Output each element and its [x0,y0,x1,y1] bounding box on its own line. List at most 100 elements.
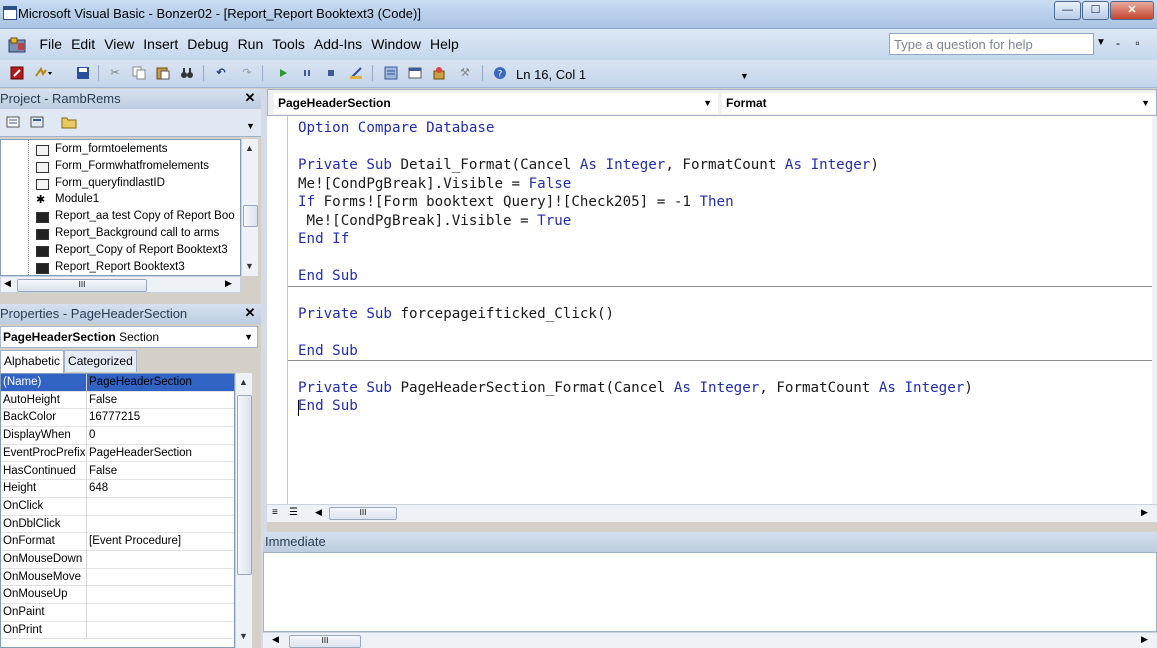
property-row[interactable]: OnMouseUp [1,586,234,605]
property-row[interactable]: DisplayWhen 0 [1,427,234,445]
property-row[interactable]: OnClick [1,497,234,516]
immediate-hscroll[interactable]: ◀ III ▶ [263,632,1157,648]
menu-item-file[interactable]: File [35,36,67,52]
property-row[interactable]: HasContinued False [1,462,234,481]
property-row[interactable]: OnDblClick [1,515,234,534]
run-icon[interactable] [276,66,290,80]
tree-item[interactable]: Report_Report Booktext3 [35,261,185,275]
tree-item[interactable]: Form_queryfindlastID [35,177,165,194]
property-row[interactable]: (Name) PageHeaderSection [1,374,234,392]
scroll-left-arrow-icon[interactable]: ◀ [4,278,11,289]
view-object-icon[interactable] [30,115,44,129]
property-row[interactable]: BackColor 16777215 [1,409,234,428]
tree-item[interactable]: ✱ Module1 [35,193,99,210]
scroll-left-arrow-icon[interactable]: ◀ [315,507,322,518]
project-explorer-icon[interactable] [384,66,398,80]
view-code-icon[interactable] [6,115,20,129]
tree-item[interactable]: Form_Formwhatfromelements [35,160,209,177]
scroll-thumb[interactable]: III [17,279,147,292]
undo-icon[interactable]: ↶ [214,66,228,80]
scroll-right-arrow-icon[interactable]: ▶ [225,278,232,289]
menu-item-run[interactable]: Run [233,36,268,52]
property-row[interactable]: OnFormat [Event Procedure] [1,533,234,551]
paste-icon[interactable] [156,66,170,80]
help-dropdown-icon[interactable]: ▼ [1096,37,1106,48]
menu-item-edit[interactable]: Edit [67,36,100,52]
tab-categorized[interactable]: Categorized [64,350,137,372]
tree-item[interactable]: Report_Copy of Report Booktext3 [35,244,228,261]
minimize-button[interactable]: — [1054,1,1081,20]
toolbox-icon[interactable]: ⚒ [458,66,472,80]
property-row[interactable]: OnMouseMove [1,568,234,587]
insert-object-icon[interactable] [34,66,54,80]
property-row[interactable]: OnPaint [1,604,234,622]
code-line[interactable]: Private Sub PageHeaderSection_Format(Can… [298,380,973,396]
code-line[interactable]: End Sub [298,268,358,284]
tree-item[interactable]: Form_formtoelements [35,143,167,160]
menu-item-window[interactable]: Window [367,36,426,52]
property-row[interactable]: OnMouseDown [1,551,234,569]
code-hscroll[interactable]: ≡ ☰ ◀ III ▶ [267,504,1157,522]
scroll-up-arrow-icon[interactable]: ▲ [239,377,248,387]
mdi-window-controls[interactable]: - ▫ [1116,36,1146,50]
menu-item-tools[interactable]: Tools [268,36,310,52]
scroll-left-arrow-icon[interactable]: ◀ [272,634,279,645]
object-selector-dropdown[interactable]: PageHeaderSection Section ▼ [0,326,258,348]
cut-icon[interactable]: ✂ [108,66,122,80]
chevron-down-icon[interactable]: ▼ [244,332,253,342]
view-access-icon[interactable] [10,66,24,80]
find-icon[interactable] [180,66,194,80]
menu-item-debug[interactable]: Debug [183,36,233,52]
scroll-thumb[interactable]: III [329,507,397,520]
properties-vscroll[interactable]: ▲ ▼ [235,373,252,648]
tree-item[interactable]: Report_aa test Copy of Report Boo [35,210,235,227]
tree-item[interactable]: Report_Background call to arms [35,227,219,244]
code-vscroll[interactable] [1152,116,1157,504]
save-icon[interactable] [76,66,90,80]
project-tree-hscroll[interactable]: ◀ III ▶ [0,276,241,293]
project-toolbar-dropdown-icon[interactable]: ▼ [246,121,255,131]
properties-close-button[interactable]: ✕ [242,305,258,321]
menu-item-addins[interactable]: Add-Ins [309,36,366,52]
property-row[interactable]: AutoHeight False [1,391,234,410]
design-mode-icon[interactable] [349,66,363,80]
code-line[interactable]: Me![CondPgBreak].Visible = True [298,213,572,229]
code-line[interactable]: End Sub [298,343,358,359]
redo-icon[interactable]: ↷ [240,66,254,80]
scroll-up-arrow-icon[interactable]: ▲ [245,143,254,153]
code-line[interactable]: Private Sub forcepageifticked_Click() [298,306,614,322]
code-line[interactable]: End If [298,231,349,247]
close-button[interactable]: ✕ [1110,1,1154,20]
procedure-combo[interactable]: Format ▼ [722,93,1156,114]
immediate-window-body[interactable] [263,552,1157,632]
property-row[interactable]: Height 648 [1,480,234,498]
property-value[interactable]: 0 [89,429,95,441]
property-value[interactable]: PageHeaderSection [89,447,192,459]
property-value[interactable]: [Event Procedure] [89,535,181,547]
full-module-view-icon[interactable]: ☰ [289,507,298,518]
object-combo[interactable]: PageHeaderSection ▼ [274,93,718,114]
menu-item-view[interactable]: View [100,36,139,52]
help-icon[interactable]: ? [493,66,507,80]
scroll-right-arrow-icon[interactable]: ▶ [1141,634,1148,645]
scroll-down-arrow-icon[interactable]: ▼ [239,631,248,641]
code-line[interactable]: Private Sub Detail_Format(Cancel As Inte… [298,157,879,173]
property-value[interactable]: False [89,394,117,406]
properties-window-icon[interactable] [408,66,422,80]
menu-item-insert[interactable]: Insert [139,36,183,52]
scroll-thumb[interactable] [243,205,258,227]
property-value[interactable]: 648 [89,482,108,494]
property-row[interactable]: OnPrint [1,621,234,640]
copy-icon[interactable] [132,66,146,80]
scroll-down-arrow-icon[interactable]: ▼ [245,261,254,271]
chevron-down-icon[interactable]: ▼ [1141,98,1150,108]
scroll-right-arrow-icon[interactable]: ▶ [1141,507,1148,518]
project-explorer-close-button[interactable]: ✕ [242,90,258,106]
code-line[interactable]: Me![CondPgBreak].Visible = False [298,176,571,192]
property-value[interactable]: 16777215 [89,411,140,423]
break-icon[interactable] [300,66,314,80]
toggle-folders-icon[interactable] [61,115,77,129]
procedure-view-icon[interactable]: ≡ [272,507,278,518]
vb-app-icon[interactable] [8,37,26,53]
code-line[interactable]: Option Compare Database [298,120,494,136]
